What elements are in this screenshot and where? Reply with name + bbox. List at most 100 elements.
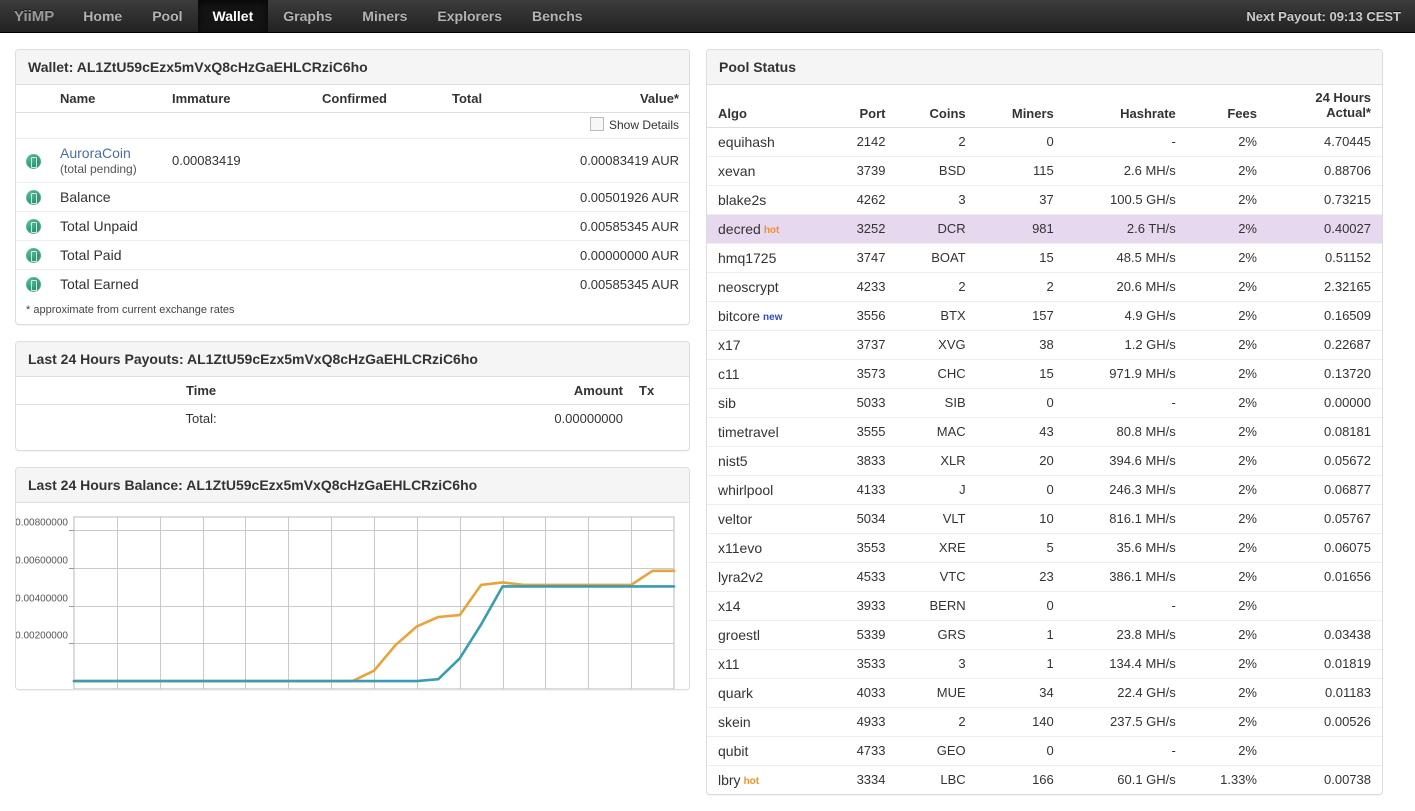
- pool-table-row[interactable]: quark 4033 MUE 34 22.4 GH/s 2% 0.01183: [707, 677, 1382, 708]
- pool-row-actual: 0.22687: [1268, 329, 1382, 360]
- pool-row-algo-label: x11evo: [718, 539, 763, 556]
- pool-row-algo[interactable]: nist5: [707, 445, 827, 476]
- pool-row-algo[interactable]: quark: [707, 677, 827, 708]
- pool-row-badge-hot: hot: [763, 224, 780, 236]
- pool-row-algo[interactable]: veltor: [707, 503, 827, 534]
- nav-item-home[interactable]: Home: [68, 0, 137, 32]
- pool-row-algo[interactable]: sib: [707, 387, 827, 418]
- pool-status-title: Pool Status: [707, 50, 1382, 85]
- pool-row-port: 3573: [826, 358, 897, 389]
- pool-table-row[interactable]: xevan 3739 BSD 115 2.6 MH/s 2% 0.88706: [707, 155, 1382, 186]
- chart-ytick-label: 0.00600000: [16, 556, 68, 567]
- pool-row-algo[interactable]: blake2s: [707, 184, 827, 215]
- pool-row-algo[interactable]: bitcore new: [707, 300, 827, 331]
- brand-logo[interactable]: YiiMP: [0, 0, 68, 32]
- pool-table-row[interactable]: x11evo 3553 XRE 5 35.6 MH/s 2% 0.06075: [707, 532, 1382, 563]
- pool-row-miners: 0: [976, 474, 1065, 505]
- pool-table-row[interactable]: hmq1725 3747 BOAT 15 48.5 MH/s 2% 0.51152: [707, 242, 1382, 273]
- pool-row-coins: XRE: [896, 532, 977, 563]
- nav-items: Home Pool Wallet Graphs Miners Explorers Bench…: [68, 0, 597, 32]
- pool-row-port: 5034: [826, 503, 897, 534]
- pool-col-port[interactable]: Port: [826, 85, 897, 128]
- nav-item-explorers[interactable]: Explorers: [422, 0, 517, 32]
- coin-icon: [26, 248, 41, 264]
- payouts-col-tx: Tx: [633, 377, 689, 406]
- pool-table-row[interactable]: bitcore new 3556 BTX 157 4.9 GH/s 2% 0.16509: [707, 300, 1382, 331]
- pool-table-body: equihash 2142 2 0-2% 4.70445 xevan 3739 BSD 115 2…: [707, 126, 1382, 794]
- pool-row-algo[interactable]: groestl: [707, 619, 827, 650]
- pool-row-algo[interactable]: x14: [707, 590, 827, 621]
- pool-col-algo[interactable]: Algo: [707, 85, 827, 128]
- pool-row-algo[interactable]: lyra2v2: [707, 561, 827, 592]
- pool-row-actual: 0.88706: [1268, 155, 1382, 186]
- pool-row-algo[interactable]: timetravel: [707, 416, 827, 447]
- pool-row-miners: 0: [976, 735, 1065, 766]
- pool-row-algo-label: x11: [718, 655, 740, 672]
- show-details-label[interactable]: Show Details: [609, 118, 679, 132]
- pool-table-row[interactable]: qubit 4733 GEO 0-2%: [707, 735, 1382, 766]
- pool-col-hashrate[interactable]: Hashrate: [1064, 85, 1187, 128]
- pool-row-fees: 2%: [1186, 416, 1268, 447]
- pool-row-port: 4033: [826, 677, 897, 708]
- pool-row-algo[interactable]: neoscrypt: [707, 271, 827, 302]
- pool-row-algo[interactable]: x17: [707, 329, 827, 360]
- pool-table-row[interactable]: decred hot 3252 DCR 981 2.6 TH/s 2% 0.40027: [707, 213, 1382, 244]
- nav-item-pool[interactable]: Pool: [137, 0, 197, 32]
- pool-row-algo[interactable]: c11: [707, 358, 827, 389]
- pool-table-row[interactable]: sib 5033 SIB 0-2% 0.00000: [707, 387, 1382, 418]
- pool-row-algo[interactable]: equihash: [707, 126, 827, 157]
- nav-item-wallet[interactable]: Wallet: [197, 0, 269, 32]
- pool-row-algo[interactable]: qubit: [707, 735, 827, 766]
- pool-table-row[interactable]: x17 3737 XVG 38 1.2 GH/s 2% 0.22687: [707, 329, 1382, 360]
- coin-confirmed: [311, 138, 442, 183]
- pool-row-fees: 2%: [1186, 532, 1268, 563]
- pool-row-algo[interactable]: x11evo: [707, 532, 827, 563]
- pool-row-port: 3739: [826, 155, 897, 186]
- pool-row-algo-label: xevan: [718, 162, 756, 179]
- pool-table-row[interactable]: groestl 5339 GRS 1 23.8 MH/s 2% 0.03438: [707, 619, 1382, 650]
- pool-row-algo[interactable]: x11: [707, 648, 827, 679]
- pool-table-row[interactable]: x11 3533 3 1 134.4 MH/s 2% 0.01819: [707, 648, 1382, 679]
- pool-row-port: 3933: [826, 590, 897, 621]
- summary-row-label: Total Paid: [60, 240, 162, 270]
- pool-table-row[interactable]: skein 4933 2 140 237.5 GH/s 2% 0.00526: [707, 706, 1382, 737]
- pool-row-port: 4233: [826, 271, 897, 302]
- pool-col-miners[interactable]: Miners: [976, 85, 1065, 128]
- summary-row-label: Balance: [60, 181, 162, 212]
- pool-row-actual: 0.08181: [1268, 416, 1382, 447]
- pool-col-24h-actual[interactable]: 24 Hours Actual*: [1268, 85, 1382, 128]
- show-details-row: Show Details: [16, 112, 689, 139]
- pool-table-row[interactable]: lbry hot 3334 LBC 166 60.1 GH/s 1.33% 0.00738: [707, 764, 1382, 794]
- pool-row-coins: 2: [896, 706, 977, 737]
- pool-table-row[interactable]: x14 3933 BERN 0-2%: [707, 590, 1382, 621]
- pool-table-row[interactable]: timetravel 3555 MAC 43 80.8 MH/s 2% 0.08181: [707, 416, 1382, 447]
- pool-table-row[interactable]: equihash 2142 2 0-2% 4.70445: [707, 126, 1382, 157]
- pool-table-row[interactable]: whirlpool 4133 J 0 246.3 MH/s 2% 0.06877: [707, 474, 1382, 505]
- pool-row-port: 2142: [826, 126, 897, 157]
- pool-row-port: 3555: [826, 416, 897, 447]
- pool-table-row[interactable]: lyra2v2 4533 VTC 23 386.1 MH/s 2% 0.01656: [707, 561, 1382, 592]
- pool-row-algo[interactable]: xevan: [707, 155, 827, 186]
- pool-table-row[interactable]: c11 3573 CHC 15 971.9 MH/s 2% 0.13720: [707, 358, 1382, 389]
- pool-row-algo[interactable]: decred hot: [707, 213, 827, 244]
- balance-chart-title: Last 24 Hours Balance: AL1ZtU59cEzx5mVxQ…: [16, 468, 689, 504]
- pool-table-row[interactable]: nist5 3833 XLR 20 394.6 MH/s 2% 0.05672: [707, 445, 1382, 476]
- pool-row-coins: BTX: [896, 300, 977, 331]
- nav-item-graphs[interactable]: Graphs: [268, 0, 347, 32]
- show-details-checkbox[interactable]: [589, 117, 604, 131]
- pool-row-algo[interactable]: whirlpool: [707, 474, 827, 505]
- pool-table-row[interactable]: blake2s 4262 3 37 100.5 GH/s 2% 0.73215: [707, 184, 1382, 215]
- summary-row-empty: [161, 181, 312, 212]
- pool-col-coins[interactable]: Coins: [896, 85, 977, 128]
- pool-row-algo[interactable]: lbry hot: [707, 764, 827, 794]
- pool-row-algo[interactable]: skein: [707, 706, 827, 737]
- pool-table-row[interactable]: neoscrypt 4233 2 2 20.6 MH/s 2% 2.32165: [707, 271, 1382, 302]
- pool-col-fees[interactable]: Fees: [1186, 85, 1268, 128]
- pool-row-algo[interactable]: hmq1725: [707, 242, 827, 273]
- nav-item-benchs[interactable]: Benchs: [517, 0, 598, 32]
- pool-row-miners: 20: [976, 445, 1065, 476]
- pool-table-row[interactable]: veltor 5034 VLT 10 816.1 MH/s 2% 0.05767: [707, 503, 1382, 534]
- coin-name-link[interactable]: AuroraCoin: [60, 145, 131, 161]
- nav-item-miners[interactable]: Miners: [347, 0, 422, 32]
- pool-row-miners: 0: [976, 387, 1065, 418]
